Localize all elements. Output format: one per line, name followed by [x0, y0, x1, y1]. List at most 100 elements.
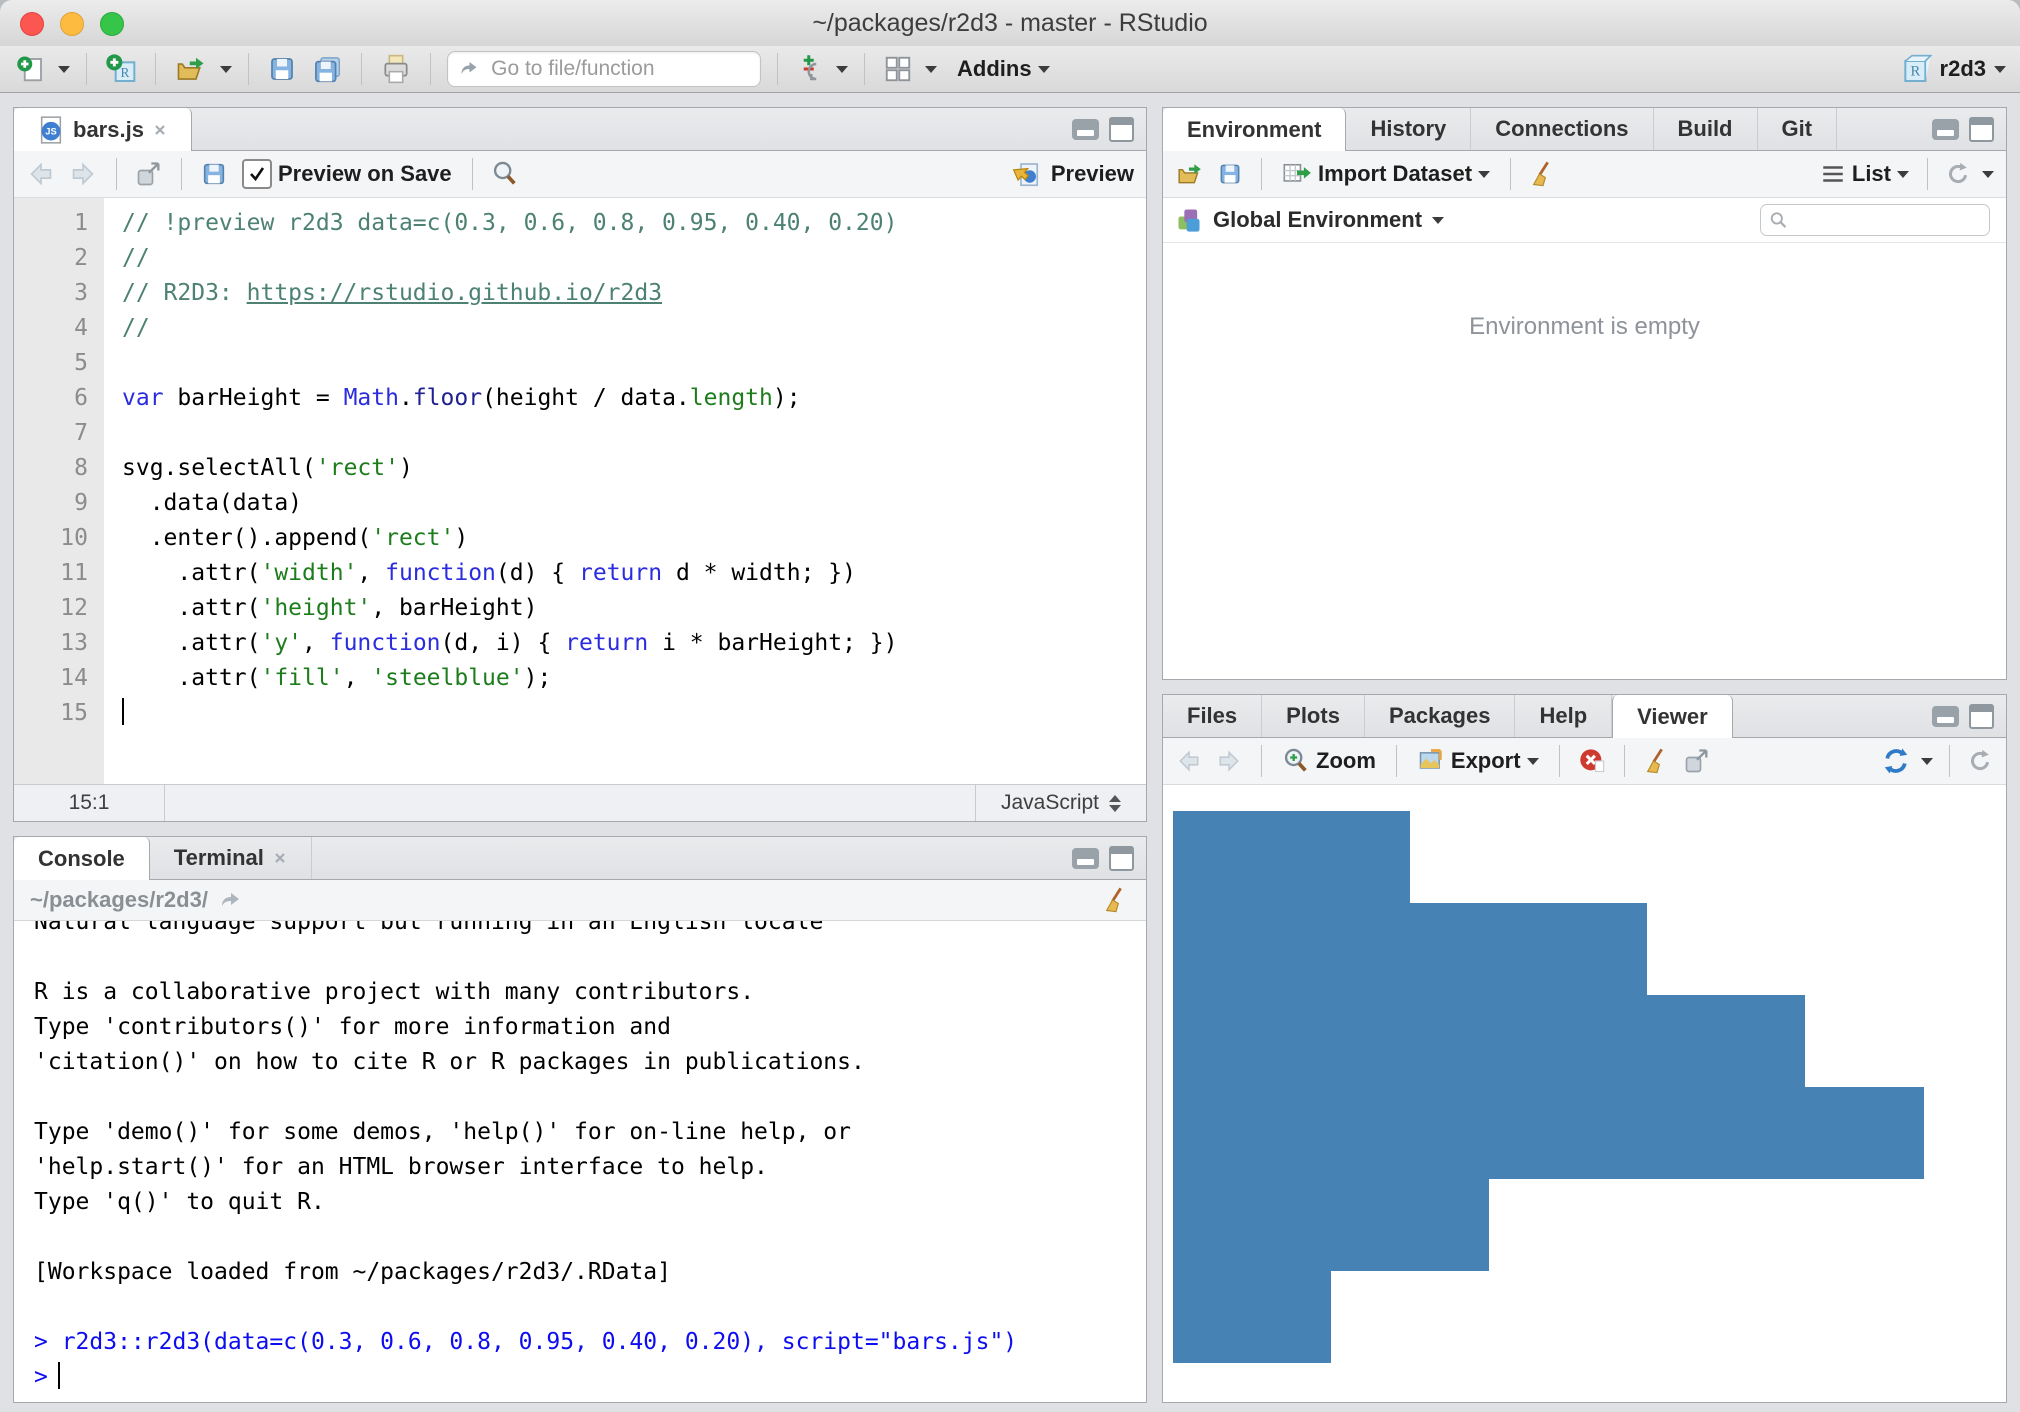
save-button[interactable]: [265, 52, 299, 86]
environment-search-input[interactable]: [1796, 208, 1981, 233]
share-arrow-icon[interactable]: [218, 888, 242, 912]
code-line[interactable]: [122, 416, 1146, 451]
clear-objects-icon[interactable]: [1529, 160, 1557, 188]
new-file-caret-icon[interactable]: [58, 66, 70, 73]
code-editor[interactable]: 123456789101112131415 // !preview r2d3 d…: [14, 198, 1146, 784]
console-line: [Workspace loaded from ~/packages/r2d3/.…: [34, 1255, 1146, 1290]
panes-caret-icon[interactable]: [925, 66, 937, 73]
code-line[interactable]: .attr('y', function(d, i) { return i * b…: [122, 626, 1146, 661]
open-file-button[interactable]: [172, 52, 210, 86]
minimize-pane-icon[interactable]: [1072, 848, 1099, 869]
code-token: , barHeight): [371, 595, 537, 621]
code-line[interactable]: [122, 696, 1146, 731]
maximize-pane-icon[interactable]: [1109, 117, 1134, 142]
language-selector[interactable]: JavaScript: [975, 785, 1146, 821]
load-workspace-icon[interactable]: [1175, 161, 1205, 187]
refresh-icon[interactable]: [1944, 160, 1972, 188]
new-project-button[interactable]: R: [103, 51, 139, 87]
code-line[interactable]: .attr('fill', 'steelblue');: [122, 661, 1146, 696]
zoom-window-button[interactable]: [100, 12, 124, 36]
tab-packages[interactable]: Packages: [1365, 695, 1516, 737]
cursor-position[interactable]: 15:1: [14, 785, 165, 821]
zoom-button[interactable]: Zoom: [1280, 745, 1378, 777]
print-button[interactable]: [378, 51, 414, 87]
addins-button[interactable]: Addins: [955, 54, 1052, 84]
new-file-button[interactable]: [14, 52, 48, 86]
back-icon[interactable]: [26, 161, 56, 187]
tab-viewer[interactable]: Viewer: [1612, 695, 1733, 738]
minimize-pane-icon[interactable]: [1932, 706, 1959, 727]
tab-connections[interactable]: Connections: [1471, 108, 1653, 150]
code-line[interactable]: .attr('width', function(d) { return d * …: [122, 556, 1146, 591]
environment-search-box[interactable]: [1760, 204, 1990, 236]
tab-bars-js[interactable]: JS bars.js: [14, 108, 192, 151]
refresh-caret-icon[interactable]: [1982, 171, 1994, 178]
remove-item-icon[interactable]: [1578, 747, 1606, 775]
tab-git[interactable]: Git: [1758, 108, 1838, 150]
maximize-pane-icon[interactable]: [1109, 846, 1134, 871]
tab-console[interactable]: Console: [14, 837, 150, 880]
code-line[interactable]: //: [122, 241, 1146, 276]
console-output[interactable]: Natural language support but running in …: [14, 921, 1146, 1402]
code-line[interactable]: // !preview r2d3 data=c(0.3, 0.6, 0.8, 0…: [122, 206, 1146, 241]
list-view-button[interactable]: List: [1818, 159, 1911, 189]
sync-icon[interactable]: [1881, 746, 1911, 776]
goto-file-box[interactable]: [447, 51, 761, 87]
scope-caret-icon[interactable]: [1432, 217, 1444, 224]
popout-window-icon[interactable]: [135, 160, 163, 188]
tab-environment[interactable]: Environment: [1163, 108, 1346, 151]
tab-plots[interactable]: Plots: [1262, 695, 1365, 737]
checkbox-checked-icon[interactable]: [242, 159, 272, 189]
code-area[interactable]: // !preview r2d3 data=c(0.3, 0.6, 0.8, 0…: [104, 198, 1146, 784]
forward-icon[interactable]: [68, 161, 98, 187]
tab-history[interactable]: History: [1346, 108, 1471, 150]
close-tab-icon[interactable]: [273, 851, 287, 865]
zoom-magnifier-icon: [1282, 747, 1310, 775]
tab-build[interactable]: Build: [1654, 108, 1758, 150]
forward-icon[interactable]: [1215, 749, 1243, 773]
workspace-panes-button[interactable]: [881, 52, 915, 86]
maximize-pane-icon[interactable]: [1969, 704, 1994, 729]
code-line[interactable]: //: [122, 311, 1146, 346]
tab-help[interactable]: Help: [1515, 695, 1612, 737]
code-line[interactable]: svg.selectAll('rect'): [122, 451, 1146, 486]
code-line[interactable]: var barHeight = Math.floor(height / data…: [122, 381, 1146, 416]
clear-viewer-icon[interactable]: [1643, 747, 1671, 775]
preview-button[interactable]: Preview: [1011, 159, 1134, 189]
close-window-button[interactable]: [20, 12, 44, 36]
minimize-pane-icon[interactable]: [1072, 119, 1099, 140]
scope-label[interactable]: Global Environment: [1213, 207, 1422, 233]
maximize-pane-icon[interactable]: [1969, 117, 1994, 142]
import-dataset-button[interactable]: Import Dataset: [1280, 158, 1492, 190]
save-workspace-icon[interactable]: [1217, 161, 1243, 187]
back-icon[interactable]: [1175, 749, 1203, 773]
close-tab-icon[interactable]: [153, 123, 167, 137]
main-toolbar: R: [0, 46, 2020, 93]
minimize-window-button[interactable]: [60, 12, 84, 36]
code-line[interactable]: .data(data): [122, 486, 1146, 521]
save-icon[interactable]: [200, 160, 228, 188]
export-button[interactable]: Export: [1415, 746, 1541, 776]
clear-console-icon[interactable]: [1102, 886, 1130, 914]
project-menu-button[interactable]: R r2d3: [1900, 53, 2006, 85]
preview-on-save-checkbox[interactable]: Preview on Save: [240, 157, 454, 191]
version-control-button[interactable]: [794, 52, 826, 86]
save-all-button[interactable]: [309, 52, 345, 86]
open-recent-caret-icon[interactable]: [220, 66, 232, 73]
search-icon[interactable]: [491, 160, 519, 188]
tab-files[interactable]: Files: [1163, 695, 1262, 737]
viewer-content[interactable]: [1163, 785, 2006, 1402]
code-line[interactable]: [122, 346, 1146, 381]
minimize-pane-icon[interactable]: [1932, 119, 1959, 140]
popout-window-icon[interactable]: [1683, 747, 1711, 775]
code-line[interactable]: .enter().append('rect'): [122, 521, 1146, 556]
refresh-icon[interactable]: [1966, 747, 1994, 775]
tab-label: Viewer: [1637, 704, 1708, 730]
sync-caret-icon[interactable]: [1921, 758, 1933, 765]
tab-terminal[interactable]: Terminal: [150, 837, 312, 879]
goto-file-input[interactable]: [489, 56, 750, 82]
code-line[interactable]: // R2D3: https://rstudio.github.io/r2d3: [122, 276, 1146, 311]
version-control-caret-icon[interactable]: [836, 66, 848, 73]
console-prompt[interactable]: >: [34, 1360, 1146, 1395]
code-line[interactable]: .attr('height', barHeight): [122, 591, 1146, 626]
